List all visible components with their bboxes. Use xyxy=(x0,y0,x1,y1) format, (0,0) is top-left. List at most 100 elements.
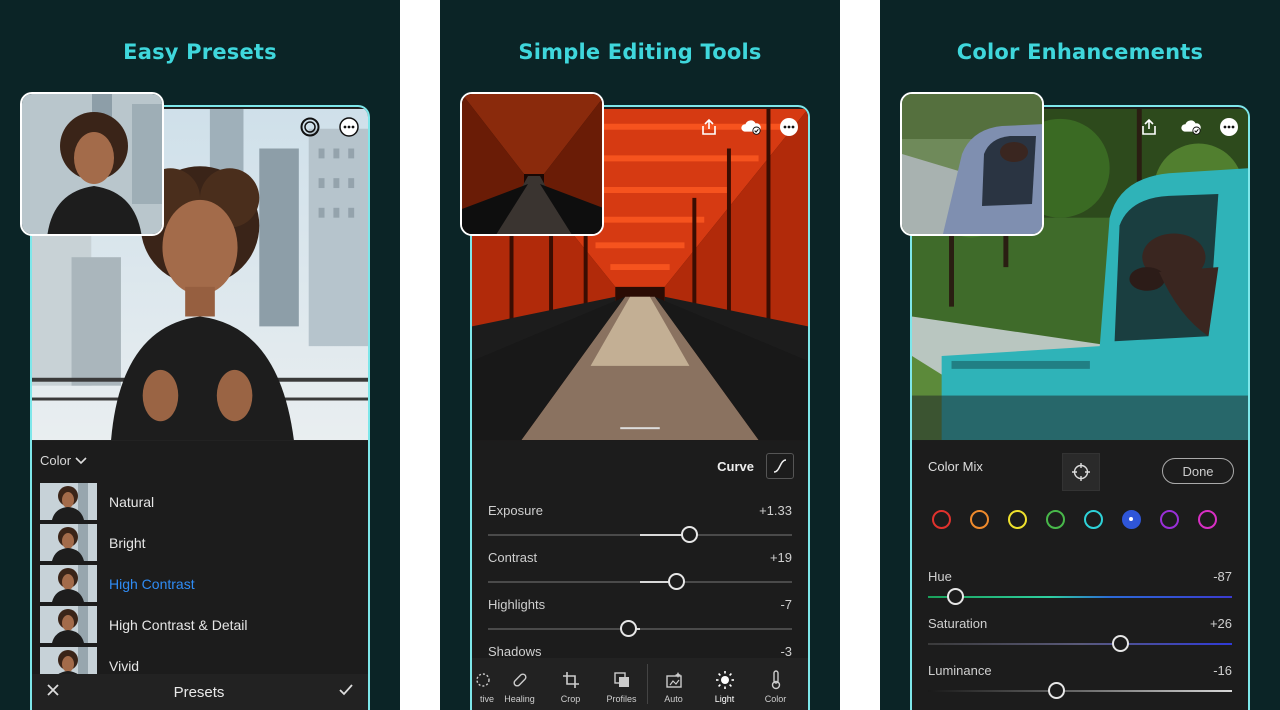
profiles-icon xyxy=(596,669,647,691)
tool-label: Profiles xyxy=(606,694,637,704)
tool-profiles[interactable]: Profiles xyxy=(596,669,647,710)
edit-toolbar: tive Healing Crop Profiles Auto Light Color xyxy=(472,658,808,710)
slider-name: Contrast xyxy=(488,550,538,565)
tool-light[interactable]: Light xyxy=(699,669,750,710)
preset-label: High Contrast xyxy=(109,575,195,592)
slider-contrast: Contrast +19 xyxy=(488,550,792,590)
tool-auto[interactable]: Auto xyxy=(648,669,699,710)
cloud-sync-icon[interactable] xyxy=(1180,116,1202,138)
slider-label-row: Luminance -16 xyxy=(928,663,1232,678)
tool-crop[interactable]: Crop xyxy=(545,669,596,710)
tool-healing[interactable]: Healing xyxy=(494,669,545,710)
slider-knob[interactable] xyxy=(619,620,637,637)
preset-thumbnail xyxy=(40,606,97,643)
preset-thumbnail xyxy=(40,524,97,561)
curve-button[interactable] xyxy=(766,453,794,479)
slider-highlights: Highlights -7 xyxy=(488,597,792,637)
color-swatch[interactable] xyxy=(1084,510,1103,529)
slider-track[interactable] xyxy=(928,635,1232,652)
slider-track[interactable] xyxy=(928,682,1232,699)
panel-title: Easy Presets xyxy=(123,40,277,64)
slider-value: -7 xyxy=(780,597,792,612)
more-options-icon[interactable] xyxy=(778,116,800,138)
slider-knob[interactable] xyxy=(947,588,965,605)
color-swatch[interactable] xyxy=(1008,510,1027,529)
color-swatch[interactable] xyxy=(1046,510,1065,529)
slider-label-row: Highlights -7 xyxy=(488,597,792,612)
slider-value: -16 xyxy=(1213,663,1232,678)
done-button[interactable]: Done xyxy=(1162,458,1234,484)
preset-group-dropdown[interactable]: Color xyxy=(40,453,87,468)
color-swatch[interactable] xyxy=(970,510,989,529)
thermometer-icon xyxy=(750,669,801,691)
crop-icon xyxy=(545,669,596,691)
chevron-down-icon xyxy=(75,453,87,468)
tool-label: Color xyxy=(764,694,787,704)
preset-item[interactable]: High Contrast xyxy=(40,563,368,604)
curve-icon xyxy=(773,459,787,473)
slider-label-row: Contrast +19 xyxy=(488,550,792,565)
slider-exposure: Exposure +1.33 xyxy=(488,503,792,543)
panel-title: Color Enhancements xyxy=(956,40,1204,64)
slider-value: +19 xyxy=(769,550,792,565)
tool-label: Light xyxy=(714,694,735,704)
tool-label: Healing xyxy=(504,694,535,704)
slider-track[interactable] xyxy=(488,620,792,637)
preset-item[interactable]: Natural xyxy=(40,481,368,522)
color-swatch[interactable] xyxy=(932,510,951,529)
more-options-icon[interactable] xyxy=(338,116,360,138)
before-thumbnail xyxy=(900,92,1044,236)
slider-track[interactable] xyxy=(488,526,792,543)
auto-icon xyxy=(648,669,699,691)
preset-group-label: Color xyxy=(40,453,72,468)
slider-knob[interactable] xyxy=(1111,635,1129,652)
slider-track[interactable] xyxy=(928,588,1232,605)
preset-list: Natural Bright High Contrast High Contrast … xyxy=(40,481,368,686)
preset-label: High Contrast & Detail xyxy=(109,616,248,633)
preset-item[interactable]: Bright xyxy=(40,522,368,563)
before-thumbnail xyxy=(460,92,604,236)
curve-row: Curve xyxy=(717,453,794,479)
preset-thumbnail xyxy=(40,483,97,520)
promo-panel-editing: Simple Editing Tools Curve Exposure +1.3… xyxy=(440,0,840,710)
color-swatch[interactable] xyxy=(1122,510,1141,529)
slider-knob[interactable] xyxy=(680,526,698,543)
checkmark-icon[interactable] xyxy=(338,683,354,702)
slider-name: Hue xyxy=(928,569,952,584)
slider-value: +26 xyxy=(1209,616,1232,631)
panel-title: Simple Editing Tools xyxy=(518,40,762,64)
targeted-adjustment-button[interactable] xyxy=(1062,453,1100,491)
presets-bottom-bar: Presets xyxy=(32,674,368,710)
selective-icon xyxy=(472,669,494,691)
crosshair-icon xyxy=(1072,463,1090,481)
share-icon[interactable] xyxy=(698,116,720,138)
slider-knob[interactable] xyxy=(668,573,686,590)
bottom-title: Presets xyxy=(173,683,225,701)
slider-name: Exposure xyxy=(488,503,543,518)
slider-name: Saturation xyxy=(928,616,988,631)
slider-label-row: Shadows -3 xyxy=(488,644,792,659)
tool-tive[interactable]: tive xyxy=(472,669,494,710)
tool-color[interactable]: Color xyxy=(750,669,801,710)
slider-value: -3 xyxy=(780,644,792,659)
slider-name: Shadows xyxy=(488,644,542,659)
slider-knob[interactable] xyxy=(1047,682,1065,699)
help-icon[interactable] xyxy=(299,116,321,138)
preset-item[interactable]: High Contrast & Detail xyxy=(40,604,368,645)
cloud-sync-icon[interactable] xyxy=(740,116,762,138)
color-swatch[interactable] xyxy=(1198,510,1217,529)
promo-panel-presets: Easy Presets Color Natural Bright High C… xyxy=(0,0,400,710)
close-icon[interactable] xyxy=(46,683,60,702)
promo-panel-color: Color Enhancements Color Mix Done Hue -8… xyxy=(880,0,1280,710)
more-options-icon[interactable] xyxy=(1218,116,1240,138)
slider-name: Highlights xyxy=(488,597,546,612)
preset-label: Bright xyxy=(109,534,146,551)
slider-label-row: Hue -87 xyxy=(928,569,1232,584)
color-swatch[interactable] xyxy=(1160,510,1179,529)
share-icon[interactable] xyxy=(1138,116,1160,138)
slider-value: +1.33 xyxy=(759,503,792,518)
slider-label-row: Saturation +26 xyxy=(928,616,1232,631)
slider-luminance: Luminance -16 xyxy=(928,663,1232,699)
before-thumbnail xyxy=(20,92,164,236)
slider-track[interactable] xyxy=(488,573,792,590)
